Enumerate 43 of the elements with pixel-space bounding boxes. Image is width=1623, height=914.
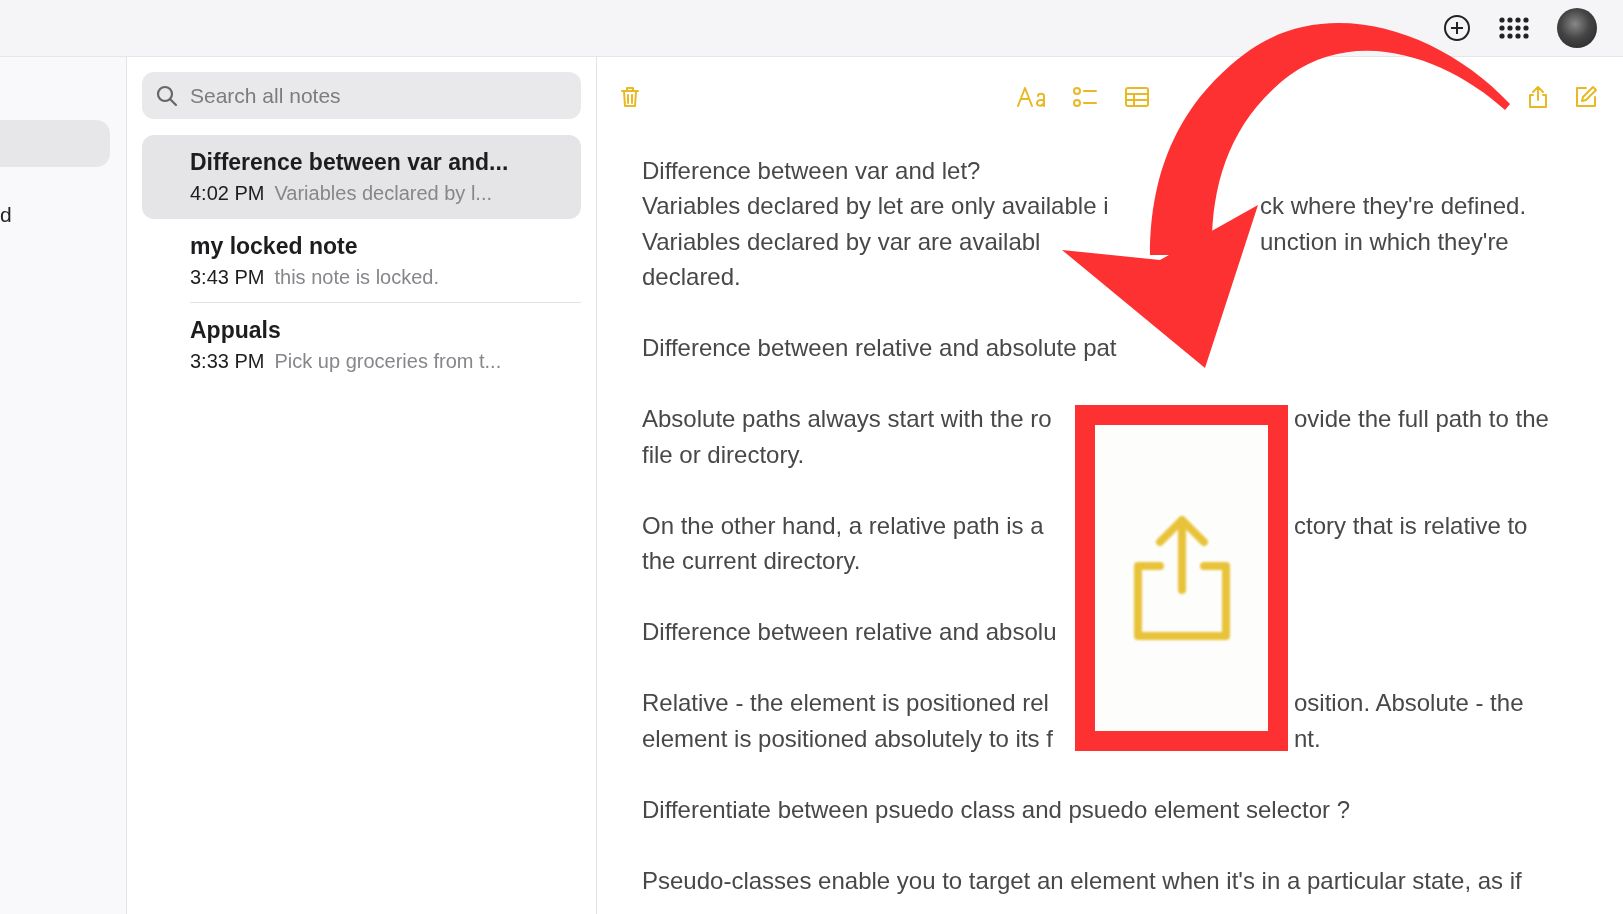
avatar[interactable] — [1557, 8, 1597, 48]
note-text: Difference between var and let? — [642, 156, 982, 185]
note-text: Absolute paths always start with the ro — [642, 405, 1053, 434]
note-text: Difference between relative and absolu — [642, 618, 1058, 647]
note-text: osition. Absolute - the — [1294, 689, 1525, 718]
note-time: 4:02 PM — [190, 182, 265, 205]
note-text: ctory that is relative to — [1294, 511, 1529, 540]
note-text: Pseudo-classes enable you to target an element when it's in a particular state, as if — [642, 866, 1523, 895]
note-text: Difference between relative and absolute pat — [642, 334, 1118, 363]
apps-grid-icon[interactable] — [1499, 17, 1529, 39]
note-time: 3:33 PM — [190, 350, 265, 373]
checklist-icon[interactable] — [1070, 84, 1100, 110]
search-input[interactable]: Search all notes — [188, 82, 567, 109]
note-text: file or directory. — [642, 440, 806, 469]
note-list-item[interactable]: Appuals 3:33 PM Pick up groceries from t... — [142, 303, 581, 387]
note-text: element is positioned absolutely to its f — [642, 724, 1054, 753]
note-text: On the other hand, a relative path is a — [642, 511, 1045, 540]
note-text: unction in which they're — [1260, 227, 1510, 256]
search-icon — [156, 84, 178, 107]
note-text: Variables declared by var are availabl — [642, 227, 1042, 256]
compose-icon[interactable] — [1573, 84, 1599, 110]
note-preview: this note is locked. — [274, 266, 439, 289]
search-field[interactable]: Search all notes — [142, 72, 581, 119]
note-text: declared. — [642, 263, 742, 292]
note-preview: Variables declared by l... — [274, 182, 492, 205]
text-format-icon[interactable] — [1016, 84, 1048, 110]
note-list-item[interactable]: my locked note 3:43 PM this note is locked. — [142, 219, 581, 303]
table-icon[interactable] — [1122, 84, 1152, 110]
note-title: my locked note — [190, 233, 359, 260]
note-text: Relative - the element is positioned rel — [642, 689, 1050, 718]
note-text: nt. — [1294, 724, 1322, 753]
note-title: Difference between var and... — [190, 149, 510, 176]
sidebar-item[interactable]: d — [0, 191, 110, 238]
note-preview: Pick up groceries from t... — [274, 350, 502, 373]
note-text: Differentiate between psuedo class and psuedo element selector ? — [642, 795, 1351, 824]
add-icon[interactable] — [1443, 14, 1471, 42]
note-list-item[interactable]: Difference between var and... 4:02 PM Variables declared by l... — [142, 135, 581, 219]
note-text: the current directory. — [642, 547, 862, 576]
note-text: ovide the full path to the — [1294, 405, 1550, 434]
note-time: 3:43 PM — [190, 266, 265, 289]
note-text: ck where they're defined. — [1260, 192, 1528, 221]
note-text: Variables declared by let are only available i — [642, 192, 1110, 221]
note-title: Appuals — [190, 317, 282, 344]
